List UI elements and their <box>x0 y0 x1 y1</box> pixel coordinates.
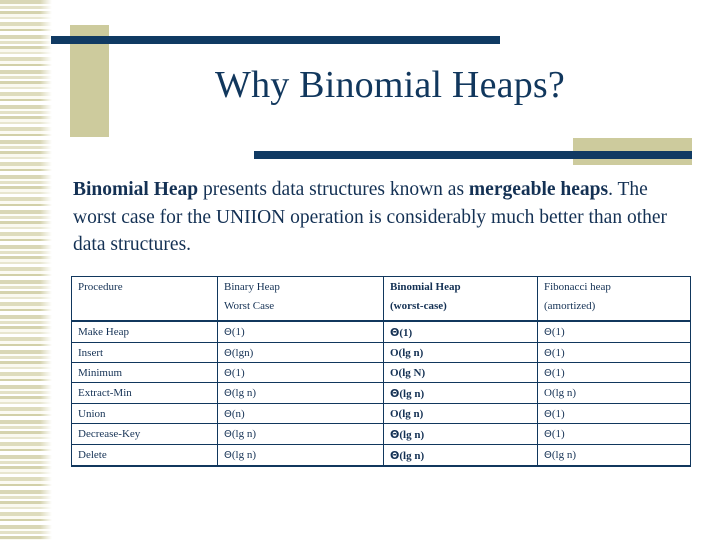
column-header-binary-heap-line1: Binary Heap <box>224 281 280 293</box>
cell-fibonacci-heap: Θ(1) <box>537 341 691 363</box>
cell-binomial-heap: Θ(lg n) <box>383 443 538 467</box>
slide: Why Binomial Heaps? Binomial Heap presen… <box>0 0 720 540</box>
cell-binomial-heap: Θ(lg n) <box>383 381 538 404</box>
decorative-navy-bar-middle <box>254 151 692 159</box>
body-emphasis-binomial-heap: Binomial Heap <box>73 179 199 200</box>
cell-binary-heap: Θ(lgn) <box>217 341 384 363</box>
cell-binomial-heap: O(lg N) <box>383 361 538 383</box>
cell-binary-heap: Θ(1) <box>217 320 384 343</box>
cell-procedure: Make Heap <box>71 320 218 343</box>
cell-procedure: Minimum <box>71 361 218 383</box>
table-header: Procedure Binary Heap Worst Case Binomia… <box>71 276 691 322</box>
decorative-navy-bar-top <box>51 36 500 44</box>
page-title: Why Binomial Heaps? <box>215 64 565 106</box>
cell-fibonacci-heap: Θ(1) <box>537 402 691 424</box>
cell-binary-heap: Θ(lg n) <box>217 443 384 467</box>
cell-binomial-heap: Θ(lg n) <box>383 422 538 445</box>
column-header-fibonacci-heap-line1: Fibonacci heap <box>544 281 611 293</box>
column-header-binomial-heap-line2: (worst-case) <box>390 300 447 312</box>
column-header-procedure: Procedure <box>71 276 218 322</box>
cell-fibonacci-heap: Θ(1) <box>537 320 691 343</box>
table-row: Insert Θ(lgn) O(lg n) Θ(1) <box>71 341 691 363</box>
table-row: Extract-Min Θ(lg n) Θ(lg n) O(lg n) <box>71 381 691 404</box>
column-header-procedure-line1: Procedure <box>78 281 123 293</box>
column-header-binomial-heap: Binomial Heap (worst-case) <box>383 276 538 322</box>
body-paragraph: Binomial Heap presents data structures k… <box>73 176 693 259</box>
cell-fibonacci-heap: O(lg n) <box>537 381 691 404</box>
cell-binary-heap: Θ(lg n) <box>217 422 384 445</box>
cell-fibonacci-heap: Θ(1) <box>537 422 691 445</box>
table-row: Delete Θ(lg n) Θ(lg n) Θ(lg n) <box>71 443 691 467</box>
decorative-stripes-fade <box>40 0 54 540</box>
cell-binomial-heap: O(lg n) <box>383 402 538 424</box>
body-emphasis-mergeable-heaps: mergeable heaps <box>468 179 609 200</box>
cell-fibonacci-heap: Θ(lg n) <box>537 443 691 467</box>
cell-procedure: Insert <box>71 341 218 363</box>
cell-fibonacci-heap: Θ(1) <box>537 361 691 383</box>
column-header-fibonacci-heap-line2: (amortized) <box>544 300 596 312</box>
column-header-binomial-heap-line1: Binomial Heap <box>390 281 461 293</box>
cell-procedure: Decrease-Key <box>71 422 218 445</box>
table-row: Make Heap Θ(1) Θ(1) Θ(1) <box>71 320 691 343</box>
cell-binary-heap: Θ(1) <box>217 361 384 383</box>
cell-procedure: Extract-Min <box>71 381 218 404</box>
performance-table-wrapper: Procedure Binary Heap Worst Case Binomia… <box>71 276 691 467</box>
cell-binary-heap: Θ(lg n) <box>217 381 384 404</box>
column-header-binary-heap-line2: Worst Case <box>224 300 275 312</box>
table-body: Make Heap Θ(1) Θ(1) Θ(1) Insert Θ(lgn) O(lg n)… <box>71 320 691 467</box>
table-row: Minimum Θ(1) O(lg N) Θ(1) <box>71 361 691 383</box>
cell-binomial-heap: O(lg n) <box>383 341 538 363</box>
table-header-row: Procedure Binary Heap Worst Case Binomia… <box>71 276 691 322</box>
body-text-segment-1: presents data structures known as <box>198 179 469 200</box>
cell-binary-heap: Θ(n) <box>217 402 384 424</box>
table-row: Union Θ(n) O(lg n) Θ(1) <box>71 402 691 424</box>
cell-procedure: Delete <box>71 443 218 467</box>
column-header-fibonacci-heap: Fibonacci heap (amortized) <box>537 276 691 322</box>
table-row: Decrease-Key Θ(lg n) Θ(lg n) Θ(1) <box>71 422 691 445</box>
column-header-binary-heap: Binary Heap Worst Case <box>217 276 384 322</box>
performance-table: Procedure Binary Heap Worst Case Binomia… <box>71 276 691 467</box>
cell-binomial-heap: Θ(1) <box>383 320 538 343</box>
cell-procedure: Union <box>71 402 218 424</box>
